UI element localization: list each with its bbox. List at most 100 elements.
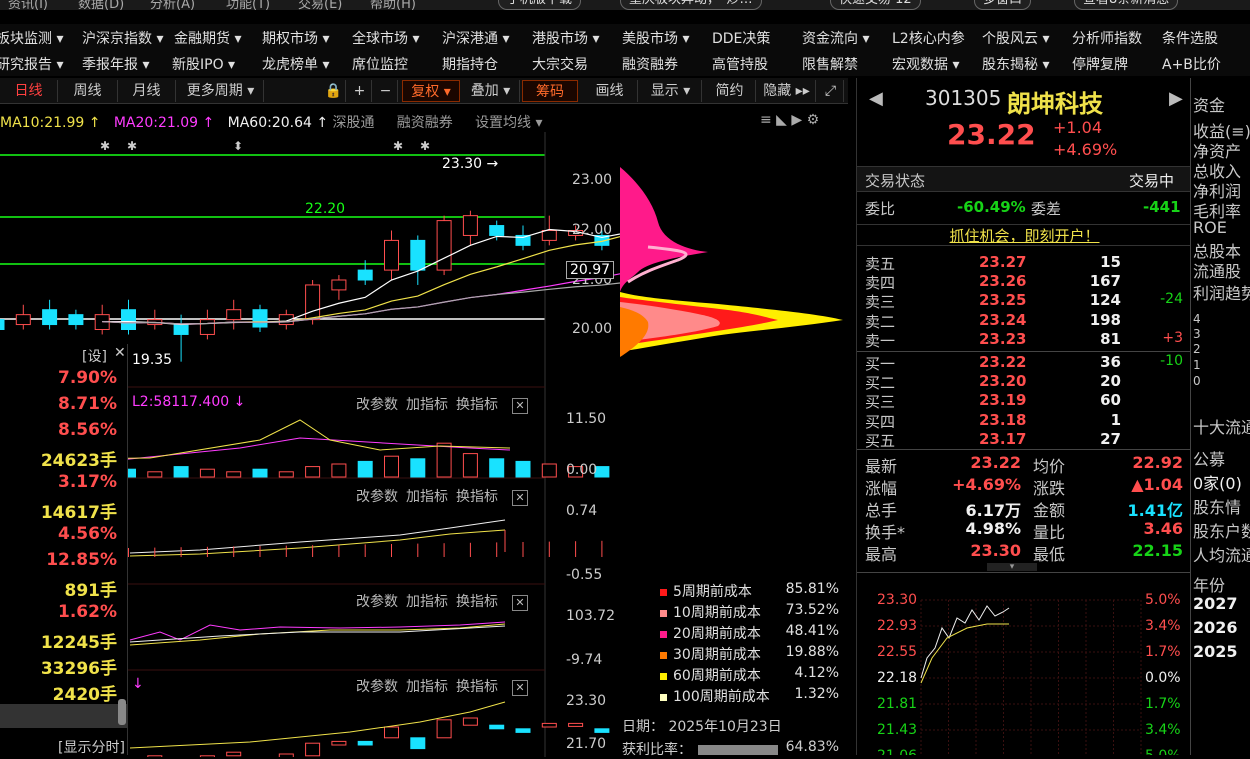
close-panel-icon[interactable]: ✕ [512,398,528,414]
rzrq-link[interactable]: 融资融券 [397,115,453,131]
panel-action-b[interactable]: 加指标 [406,489,448,505]
menu-item[interactable]: 限售解禁 [802,54,858,74]
menu-item[interactable]: 龙虎榜单 ▾ [262,54,329,74]
top-menu-item[interactable]: 分析(A) [150,0,195,10]
menu-item[interactable]: 停牌复牌 [1072,54,1128,74]
menu-item[interactable]: L2核心内参 [892,28,965,48]
chart-tool-icons[interactable]: ≡ ◣ ▶ ⚙ [760,112,819,128]
panel-action-b[interactable]: 加指标 [406,397,448,413]
menu-item[interactable]: DDE决策 [712,28,770,48]
tab-month[interactable]: 月线 [118,80,176,102]
hide-button[interactable]: 隐藏 ▸▸ [758,80,816,102]
zoom-out-icon[interactable]: − [374,80,398,102]
menu-item[interactable]: 板块监测 ▾ [0,28,63,48]
panel-action-a[interactable]: 改参数 [356,397,398,413]
order-price[interactable]: 23.26 [979,272,1026,290]
menu-item[interactable]: 金融期货 ▾ [174,28,241,48]
simple-button[interactable]: 简约 [704,80,756,102]
panel-action-b[interactable]: 加指标 [406,594,448,610]
next-stock-icon[interactable]: ▶ [1169,88,1183,109]
close-icon[interactable]: ✕ [114,345,126,361]
fuquan-dropdown[interactable]: 复权 ▾ [402,80,460,102]
overlay-dropdown[interactable]: 叠加 ▾ [462,80,520,102]
top-menu-item[interactable]: 资讯(I) [8,0,48,10]
top-menu-item[interactable]: 帮助(H) [370,0,416,10]
tab-week[interactable]: 周线 [58,80,118,102]
menu-item[interactable]: 分析师指数 [1072,28,1142,48]
menu-item[interactable]: 个股风云 ▾ [982,28,1049,48]
top-pill-button[interactable]: 多窗口 [974,0,1032,10]
draw-line-button[interactable]: 画线 [582,80,638,102]
event-marker[interactable]: ✱ [393,139,403,153]
order-price[interactable]: 23.20 [979,372,1026,390]
top-menu-item[interactable]: 交易(E) [298,0,342,10]
panel-action-c[interactable]: 换指标 [456,679,498,695]
order-price[interactable]: 23.17 [979,430,1026,448]
panel-action-a[interactable]: 改参数 [356,489,398,505]
settings-link[interactable]: [设] [82,346,107,366]
expand-icon[interactable]: ▾ [987,563,1037,572]
show-timeshare-link[interactable]: [显示分时] [58,737,125,757]
menu-item[interactable]: 全球市场 ▾ [352,28,419,48]
panel-action-b[interactable]: 加指标 [406,679,448,695]
menu-item[interactable]: A+B比价 [1162,54,1221,74]
menu-item[interactable]: 融资融券 [622,54,678,74]
menu-item[interactable]: 资金流向 ▾ [802,28,869,48]
f10-item[interactable]: ROE [1193,218,1227,237]
open-account-ad[interactable]: 抓住机会，即刻开户！ [857,224,1192,246]
top-pill-button[interactable]: 手机版下载 [498,0,582,10]
menu-item[interactable]: 大宗交易 [532,54,588,74]
fullscreen-icon[interactable]: ⤢ [818,80,844,102]
top-pill-button[interactable]: 重庆板块异动， 炒… [620,0,762,10]
event-marker[interactable]: ⬍ [233,139,243,153]
menu-item[interactable]: 期权市场 ▾ [262,28,329,48]
menu-item[interactable]: 期指持仓 [442,54,498,74]
menu-item[interactable]: 新股IPO ▾ [172,54,235,74]
top-pill-button[interactable]: 查看8条新消息 [1074,0,1179,10]
menu-item[interactable]: 季报年报 ▾ [82,54,149,74]
menu-item[interactable]: 沪深港通 ▾ [442,28,509,48]
menu-item[interactable]: 研究报告 ▾ [0,54,63,74]
menu-item[interactable]: 沪深京指数 ▾ [82,28,163,48]
event-marker[interactable]: ✱ [100,139,110,153]
menu-item[interactable]: 条件选股 [1162,28,1218,48]
f10-item[interactable]: 利润趋势 [1193,280,1250,304]
close-panel-icon[interactable]: ✕ [512,595,528,611]
sgt-link[interactable]: 深股通 [333,115,375,131]
close-panel-icon[interactable]: ✕ [512,680,528,696]
panel-action-a[interactable]: 改参数 [356,679,398,695]
order-price[interactable]: 23.19 [979,391,1026,409]
top-menu-item[interactable]: 数据(D) [78,0,124,10]
event-marker[interactable]: ✱ [420,139,430,153]
order-price[interactable]: 23.18 [979,411,1026,429]
order-price[interactable]: 23.23 [979,330,1026,348]
order-price[interactable]: 23.24 [979,311,1026,329]
menu-item[interactable]: 港股市场 ▾ [532,28,599,48]
f10-item[interactable]: 资金 [1193,92,1225,116]
panel-action-c[interactable]: 换指标 [456,489,498,505]
zoom-in-icon[interactable]: + [348,80,372,102]
order-price[interactable]: 23.22 [979,353,1026,371]
event-marker[interactable]: ✱ [127,139,137,153]
f10-item[interactable]: 流通股 [1193,258,1241,282]
display-dropdown[interactable]: 显示 ▾ [640,80,702,102]
menu-item[interactable]: 高管持股 [712,54,768,74]
menu-item[interactable]: 美股市场 ▾ [622,28,689,48]
scrollbar-thumb[interactable] [118,699,126,725]
more-period-dropdown[interactable]: 更多周期 ▾ [178,80,264,102]
close-panel-icon[interactable]: ✕ [512,490,528,506]
panel-action-c[interactable]: 换指标 [456,397,498,413]
panel-action-c[interactable]: 换指标 [456,594,498,610]
panel-action-a[interactable]: 改参数 [356,594,398,610]
menu-item[interactable]: 宏观数据 ▾ [892,54,959,74]
menu-item[interactable]: 席位监控 [352,54,408,74]
set-ma-dropdown[interactable]: 设置均线 ▾ [475,115,542,131]
lock-icon[interactable]: 🔒 [322,80,346,102]
top-pill-button[interactable]: 快速交易 12 [830,0,921,10]
top-menu-item[interactable]: 功能(T) [226,0,270,10]
prev-stock-icon[interactable]: ◀ [869,88,883,109]
order-price[interactable]: 23.27 [979,253,1026,271]
chip-button[interactable]: 筹码 [522,80,578,102]
tab-day[interactable]: 日线 [0,80,58,102]
menu-item[interactable]: 股东揭秘 ▾ [982,54,1049,74]
